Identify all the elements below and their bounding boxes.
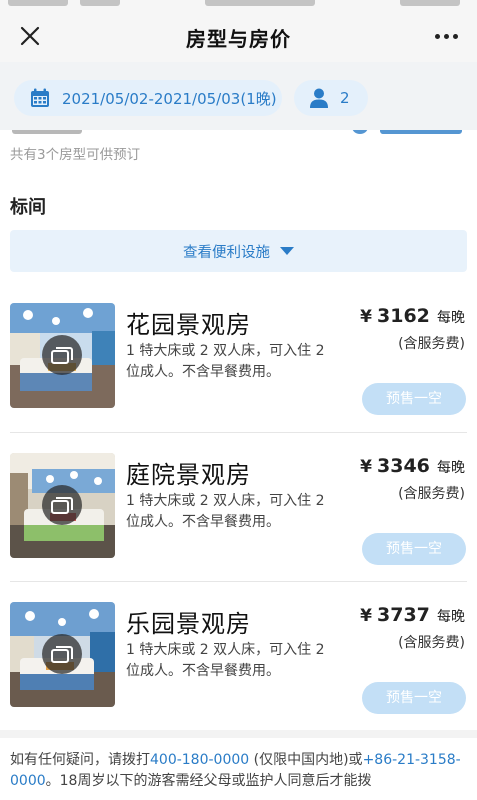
sold-out-button[interactable]: 预售一空 (362, 383, 466, 415)
price-currency: ¥ (360, 606, 372, 626)
price-unit: 每晚 (437, 609, 465, 625)
room-name[interactable]: 庭院景观房 (126, 455, 251, 490)
footer-text: 如有任何疑问，请拨打 (10, 752, 150, 768)
section-gap (0, 730, 477, 738)
gallery-icon (51, 347, 73, 364)
calendar-icon (31, 88, 49, 107)
guest-count: 2 (340, 89, 350, 107)
more-options-button[interactable] (429, 22, 465, 50)
price-amount: 3162 (377, 305, 430, 327)
triangle-down-icon (280, 247, 294, 255)
gallery-overlay (42, 485, 82, 525)
gallery-overlay (42, 634, 82, 674)
price-unit: 每晚 (437, 460, 465, 476)
gallery-overlay (42, 335, 82, 375)
room-photo[interactable] (10, 602, 115, 707)
room-description: 1 特大床或 2 双人床，可入住 2 位成人。不含早餐费用。 (126, 493, 325, 530)
room-description: 1 特大床或 2 双人床，可入住 2 位成人。不含早餐费用。 (126, 343, 325, 380)
room-description: 1 特大床或 2 双人床，可入住 2 位成人。不含早餐费用。 (126, 642, 325, 679)
room-photo[interactable] (10, 303, 115, 408)
service-fee-note: (含服务费) (398, 635, 465, 651)
price-unit: 每晚 (437, 310, 465, 326)
footer-notice: 如有任何疑问，请拨打400-180-0000 (仅限中国内地)或+86-21-3… (10, 750, 472, 792)
room-name[interactable]: 乐园景观房 (126, 604, 251, 639)
price-amount: 3737 (377, 604, 430, 626)
sold-out-button[interactable]: 预售一空 (362, 682, 466, 714)
page-title: 房型与房价 (186, 27, 291, 51)
scrolled-header-remnant (0, 130, 477, 136)
section-title: 标间 (10, 197, 46, 218)
room-price: ¥ 3346 每晚 (360, 455, 465, 477)
navigation-bar: 房型与房价 (0, 10, 477, 62)
phone-link-domestic[interactable]: 400-180-0000 (150, 752, 249, 768)
date-selector[interactable]: 2021/05/02-2021/05/03(1晚) (14, 80, 282, 116)
price-currency: ¥ (360, 307, 372, 327)
footer-text: 。18周岁以下的游客需经父母或监护人同意后才能拨 (45, 773, 372, 789)
view-amenities-label: 查看便利设施 (183, 244, 270, 261)
room-price: ¥ 3162 每晚 (360, 305, 465, 327)
divider (10, 581, 467, 582)
gallery-icon (51, 646, 73, 663)
date-range-text: 2021/05/02-2021/05/03(1晚) (62, 89, 277, 108)
service-fee-note: (含服务费) (398, 486, 465, 502)
price-currency: ¥ (360, 457, 372, 477)
room-photo[interactable] (10, 453, 115, 558)
gallery-icon (51, 497, 73, 514)
guest-selector[interactable]: 2 (294, 80, 368, 116)
room-price: ¥ 3737 每晚 (360, 604, 465, 626)
status-bar (0, 0, 477, 10)
sold-out-button[interactable]: 预售一空 (362, 533, 466, 565)
person-icon (310, 88, 328, 108)
view-amenities-button[interactable]: 查看便利设施 (10, 230, 467, 272)
availability-count: 共有3个房型可供预订 (10, 147, 141, 163)
footer-text: (仅限中国内地)或 (249, 752, 363, 768)
service-fee-note: (含服务费) (398, 336, 465, 352)
room-card: 花园景观房 1 特大床或 2 双人床，可入住 2 位成人。不含早餐费用。 ¥ 3… (0, 303, 477, 453)
divider (10, 432, 467, 433)
room-name[interactable]: 花园景观房 (126, 305, 251, 340)
price-amount: 3346 (377, 455, 430, 477)
filter-bar: 2021/05/02-2021/05/03(1晚) 2 (0, 62, 477, 130)
